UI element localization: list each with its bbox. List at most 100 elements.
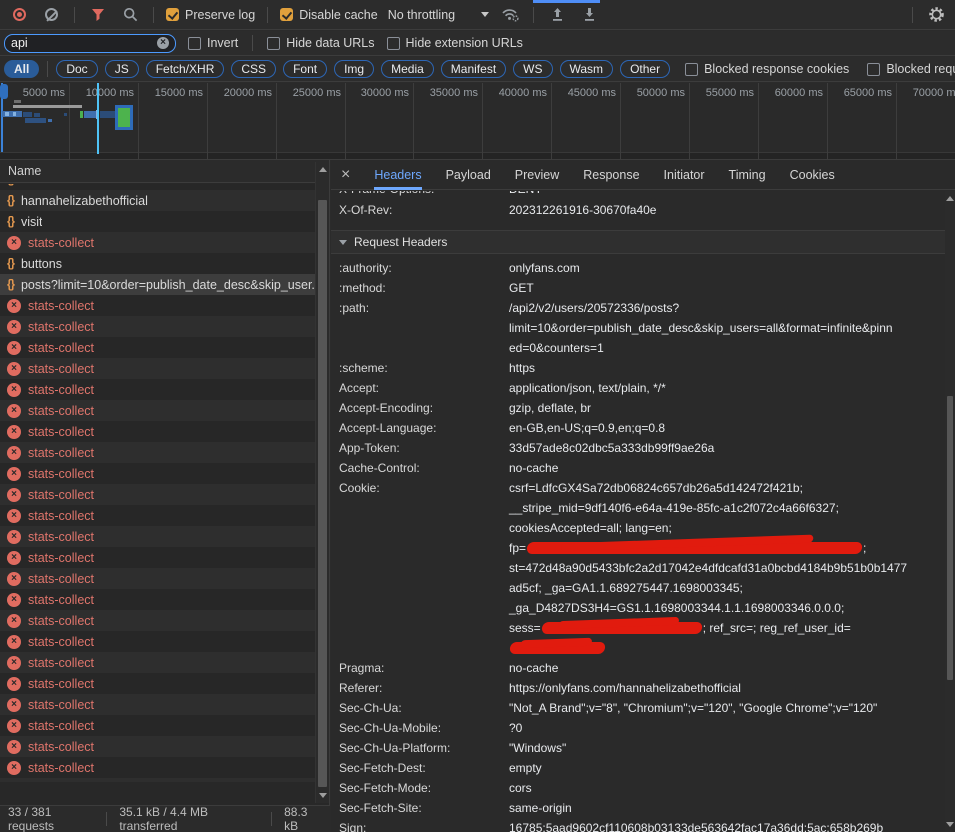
filter-chip-js[interactable]: JS bbox=[105, 60, 139, 78]
tab-payload[interactable]: Payload bbox=[446, 160, 491, 190]
filter-input[interactable] bbox=[11, 36, 153, 50]
filter-button[interactable] bbox=[87, 4, 109, 26]
blocked-requests-checkbox[interactable]: Blocked requests bbox=[867, 62, 955, 76]
request-row[interactable]: ×stats-collect bbox=[0, 526, 316, 547]
clear-filter-icon[interactable]: × bbox=[157, 37, 169, 49]
request-row[interactable]: ×stats-collect bbox=[0, 442, 316, 463]
request-list-scrollbar[interactable] bbox=[315, 162, 329, 803]
error-icon: × bbox=[7, 761, 21, 775]
scroll-down-icon[interactable] bbox=[319, 793, 327, 798]
tab-initiator[interactable]: Initiator bbox=[664, 160, 705, 190]
error-icon: × bbox=[7, 299, 21, 313]
scroll-up-icon[interactable] bbox=[319, 167, 327, 172]
filter-chip-manifest[interactable]: Manifest bbox=[441, 60, 506, 78]
header-row: Sign:16785:5aad9602cf110608b03133de56364… bbox=[331, 818, 945, 832]
scroll-down-icon[interactable] bbox=[946, 822, 954, 827]
request-name: visit bbox=[21, 215, 43, 229]
name-column-header[interactable]: Name bbox=[0, 160, 329, 183]
request-row[interactable]: ×stats-collect bbox=[0, 673, 316, 694]
filter-chip-font[interactable]: Font bbox=[283, 60, 327, 78]
request-row[interactable]: {}buttons bbox=[0, 253, 316, 274]
request-row[interactable]: {}hannahelizabethofficial bbox=[0, 190, 316, 211]
filter-chip-media[interactable]: Media bbox=[381, 60, 434, 78]
request-row[interactable]: ×stats-collect bbox=[0, 610, 316, 631]
request-row[interactable]: ×stats-collect bbox=[0, 715, 316, 736]
request-row[interactable]: ×stats-collect bbox=[0, 400, 316, 421]
filter-chip-doc[interactable]: Doc bbox=[56, 60, 97, 78]
request-row[interactable]: ×stats-collect bbox=[0, 421, 316, 442]
request-row[interactable]: ×stats-collect bbox=[0, 547, 316, 568]
network-conditions-button[interactable] bbox=[499, 4, 521, 26]
filter-chip-ws[interactable]: WS bbox=[513, 60, 552, 78]
request-row[interactable]: ×stats-collect bbox=[0, 652, 316, 673]
scroll-up-icon[interactable] bbox=[946, 196, 954, 201]
filter-chip-other[interactable]: Other bbox=[620, 60, 670, 78]
request-row[interactable]: ×stats-collect bbox=[0, 463, 316, 484]
error-icon: × bbox=[7, 488, 21, 502]
import-har-button[interactable] bbox=[546, 4, 568, 26]
timeline-selection-handle[interactable] bbox=[0, 84, 8, 99]
tab-preview[interactable]: Preview bbox=[515, 160, 559, 190]
timeline-gridline bbox=[138, 83, 139, 159]
hide-data-urls-checkbox[interactable]: Hide data URLs bbox=[267, 36, 374, 50]
error-icon: × bbox=[7, 320, 21, 334]
clear-button[interactable] bbox=[40, 4, 62, 26]
request-row[interactable]: ×stats-collect bbox=[0, 778, 316, 782]
scrollbar-thumb[interactable] bbox=[947, 396, 953, 680]
export-har-button[interactable] bbox=[578, 4, 600, 26]
throttling-dropdown[interactable]: No throttling bbox=[388, 8, 489, 22]
request-row[interactable]: ×stats-collect bbox=[0, 589, 316, 610]
funnel-icon bbox=[91, 8, 105, 21]
search-button[interactable] bbox=[119, 4, 141, 26]
header-value-line: st=472d48a90d5433bfc2a2d17042e4dfdcafd31… bbox=[509, 558, 945, 578]
filter-chip-all[interactable]: All bbox=[4, 60, 39, 78]
request-row[interactable]: ×stats-collect bbox=[0, 295, 316, 316]
blocked-response-cookies-checkbox[interactable]: Blocked response cookies bbox=[685, 62, 849, 76]
request-row[interactable]: ×stats-collect bbox=[0, 568, 316, 589]
invert-checkbox[interactable]: Invert bbox=[188, 36, 238, 50]
checked-checkbox-icon bbox=[166, 8, 179, 21]
request-row[interactable]: ×stats-collect bbox=[0, 757, 316, 778]
filter-chip-img[interactable]: Img bbox=[334, 60, 374, 78]
header-value-line: ad5cf; _ga=GA1.1.689275447.1698003345; bbox=[509, 578, 945, 598]
request-row[interactable]: ×stats-collect bbox=[0, 484, 316, 505]
error-icon: × bbox=[7, 341, 21, 355]
request-row[interactable]: {}posts?limit=10&order=publish_date_desc… bbox=[0, 274, 316, 295]
request-row[interactable]: ×stats-collect bbox=[0, 694, 316, 715]
preserve-log-checkbox[interactable]: Preserve log bbox=[166, 8, 255, 22]
tab-cookies[interactable]: Cookies bbox=[790, 160, 835, 190]
request-row[interactable]: ×stats-collect bbox=[0, 505, 316, 526]
header-key: Sec-Ch-Ua-Platform: bbox=[339, 738, 509, 758]
request-row[interactable]: ×stats-collect bbox=[0, 232, 316, 253]
details-scrollbar[interactable] bbox=[945, 191, 955, 832]
filter-chip-css[interactable]: CSS bbox=[231, 60, 276, 78]
error-icon: × bbox=[7, 236, 21, 250]
request-row[interactable]: ×stats-collect bbox=[0, 337, 316, 358]
filter-chip-wasm[interactable]: Wasm bbox=[560, 60, 614, 78]
header-key: Accept-Encoding: bbox=[339, 398, 509, 418]
settings-button[interactable] bbox=[925, 4, 947, 26]
filter-chip-fetch-xhr[interactable]: Fetch/XHR bbox=[146, 60, 225, 78]
blocked-requests-label: Blocked requests bbox=[886, 62, 955, 76]
request-row[interactable]: {}visit bbox=[0, 211, 316, 232]
tab-timing[interactable]: Timing bbox=[729, 160, 766, 190]
timeline-tick-label: 20000 ms bbox=[224, 87, 272, 99]
chevron-down-icon bbox=[481, 12, 489, 17]
request-row[interactable]: ×stats-collect bbox=[0, 358, 316, 379]
close-icon[interactable]: × bbox=[341, 167, 350, 183]
request-row[interactable]: ×stats-collect bbox=[0, 379, 316, 400]
scrollbar-thumb[interactable] bbox=[318, 200, 327, 787]
hide-extension-urls-checkbox[interactable]: Hide extension URLs bbox=[387, 36, 523, 50]
record-button[interactable] bbox=[8, 4, 30, 26]
disable-cache-checkbox[interactable]: Disable cache bbox=[280, 8, 378, 22]
request-row[interactable]: ×stats-collect bbox=[0, 316, 316, 337]
request-row[interactable]: ×stats-collect bbox=[0, 631, 316, 652]
timeline-overview[interactable]: 5000 ms10000 ms15000 ms20000 ms25000 ms3… bbox=[0, 83, 955, 160]
request-headers-section[interactable]: Request Headers bbox=[331, 231, 945, 253]
request-row[interactable]: ×stats-collect bbox=[0, 736, 316, 757]
error-icon: × bbox=[7, 698, 21, 712]
tab-response[interactable]: Response bbox=[583, 160, 639, 190]
error-icon: × bbox=[7, 551, 21, 565]
tab-headers[interactable]: Headers bbox=[374, 160, 421, 190]
header-value-line: gzip, deflate, br bbox=[509, 398, 945, 418]
